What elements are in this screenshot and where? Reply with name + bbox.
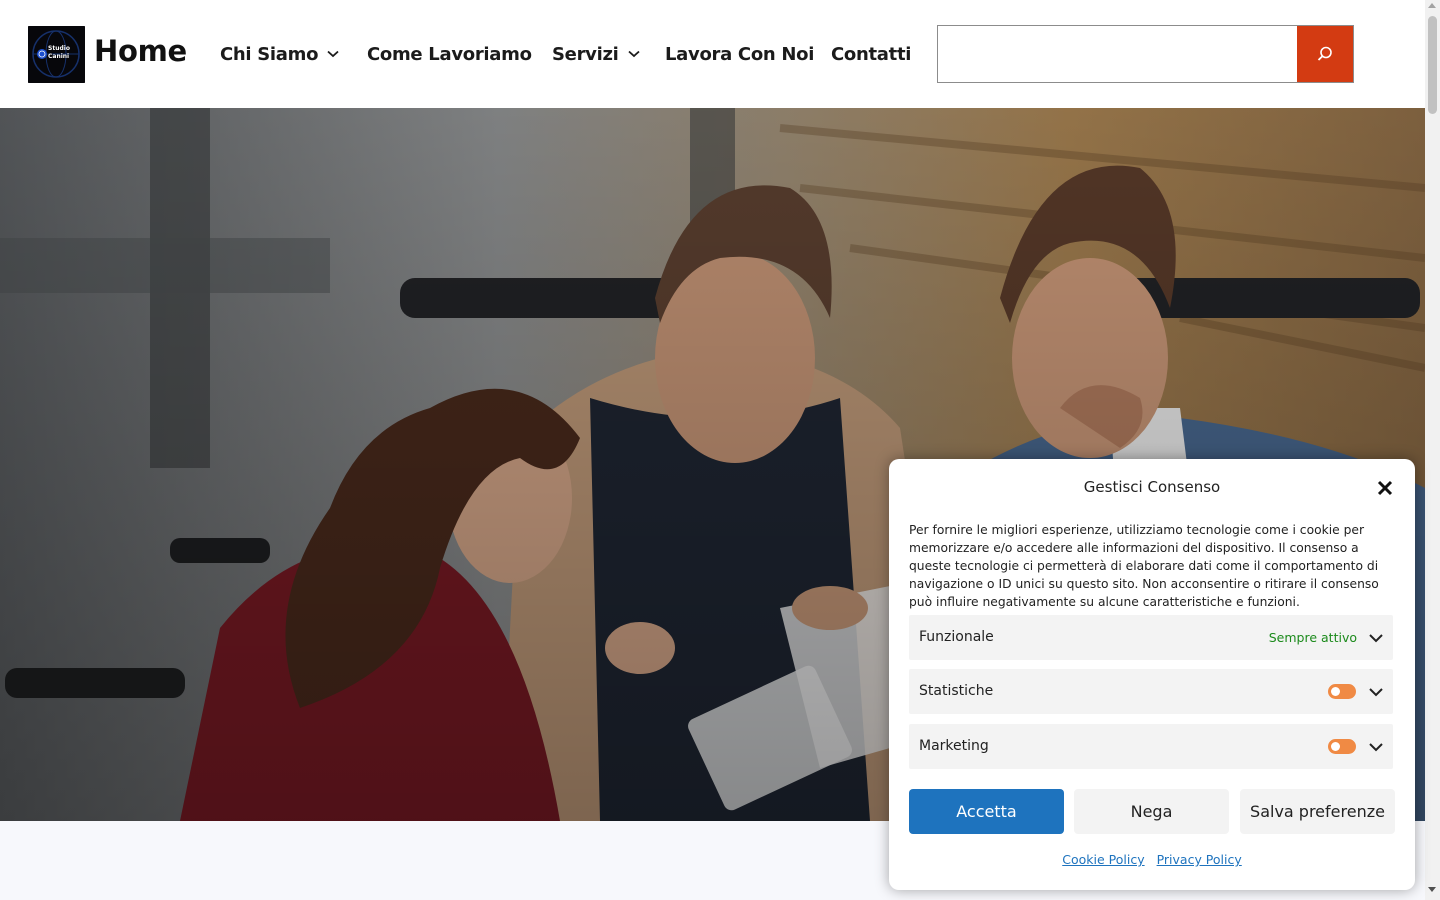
- statistiche-toggle[interactable]: [1328, 684, 1356, 699]
- search-icon: [1317, 46, 1332, 61]
- marketing-toggle[interactable]: [1328, 739, 1356, 754]
- chevron-down-icon[interactable]: [1368, 630, 1384, 646]
- scroll-down-arrow-icon[interactable]: [1428, 887, 1436, 892]
- category-label: Statistiche: [919, 683, 994, 699]
- chevron-down-icon: [627, 50, 640, 58]
- scroll-thumb[interactable]: [1428, 16, 1437, 114]
- accept-button[interactable]: Accetta: [909, 789, 1064, 834]
- nav-item-come-lavoriamo[interactable]: Come Lavoriamo: [367, 41, 532, 67]
- site-title[interactable]: Home: [94, 34, 187, 68]
- toggle-knob: [1331, 687, 1340, 696]
- deny-button[interactable]: Nega: [1074, 789, 1229, 834]
- nav-item-contatti[interactable]: Contatti: [831, 41, 911, 67]
- category-label: Marketing: [919, 738, 989, 754]
- site-header: Studio Canini Home Chi Siamo Come Lavori…: [0, 0, 1425, 108]
- cookie-consent-dialog: Gestisci Consenso Per fornire le miglior…: [889, 459, 1415, 890]
- category-label: Funzionale: [919, 629, 994, 645]
- site-logo[interactable]: Studio Canini: [28, 26, 85, 83]
- scroll-up-arrow-icon[interactable]: [1428, 3, 1436, 8]
- search-button[interactable]: [1297, 25, 1354, 83]
- logo-text: Studio Canini: [48, 45, 70, 60]
- consent-links: Cookie Policy Privacy Policy: [889, 852, 1415, 867]
- cookie-policy-link[interactable]: Cookie Policy: [1062, 852, 1144, 867]
- privacy-policy-link[interactable]: Privacy Policy: [1157, 852, 1242, 867]
- consent-category-marketing[interactable]: Marketing: [909, 724, 1393, 769]
- nav-item-chi-siamo[interactable]: Chi Siamo: [220, 41, 339, 67]
- consent-category-funzionale[interactable]: Funzionale Sempre attivo: [909, 615, 1393, 660]
- nav-item-lavora-con-noi[interactable]: Lavora Con Noi: [665, 41, 814, 67]
- page-scrollbar[interactable]: [1425, 0, 1440, 900]
- save-preferences-button[interactable]: Salva preferenze: [1240, 789, 1395, 834]
- page: Studio Canini Home Chi Siamo Come Lavori…: [0, 0, 1440, 900]
- chevron-down-icon[interactable]: [1368, 739, 1384, 755]
- toggle-knob: [1331, 742, 1340, 751]
- chevron-down-icon: [327, 50, 339, 58]
- always-active-label: Sempre attivo: [1268, 630, 1357, 645]
- chevron-down-icon[interactable]: [1368, 684, 1384, 700]
- consent-description: Per fornire le migliori esperienze, util…: [909, 523, 1379, 609]
- close-icon[interactable]: [1376, 479, 1394, 497]
- search-input[interactable]: [937, 25, 1298, 83]
- nav-item-servizi[interactable]: Servizi: [552, 41, 640, 67]
- consent-title: Gestisci Consenso: [1083, 478, 1221, 496]
- consent-category-statistiche[interactable]: Statistiche: [909, 669, 1393, 714]
